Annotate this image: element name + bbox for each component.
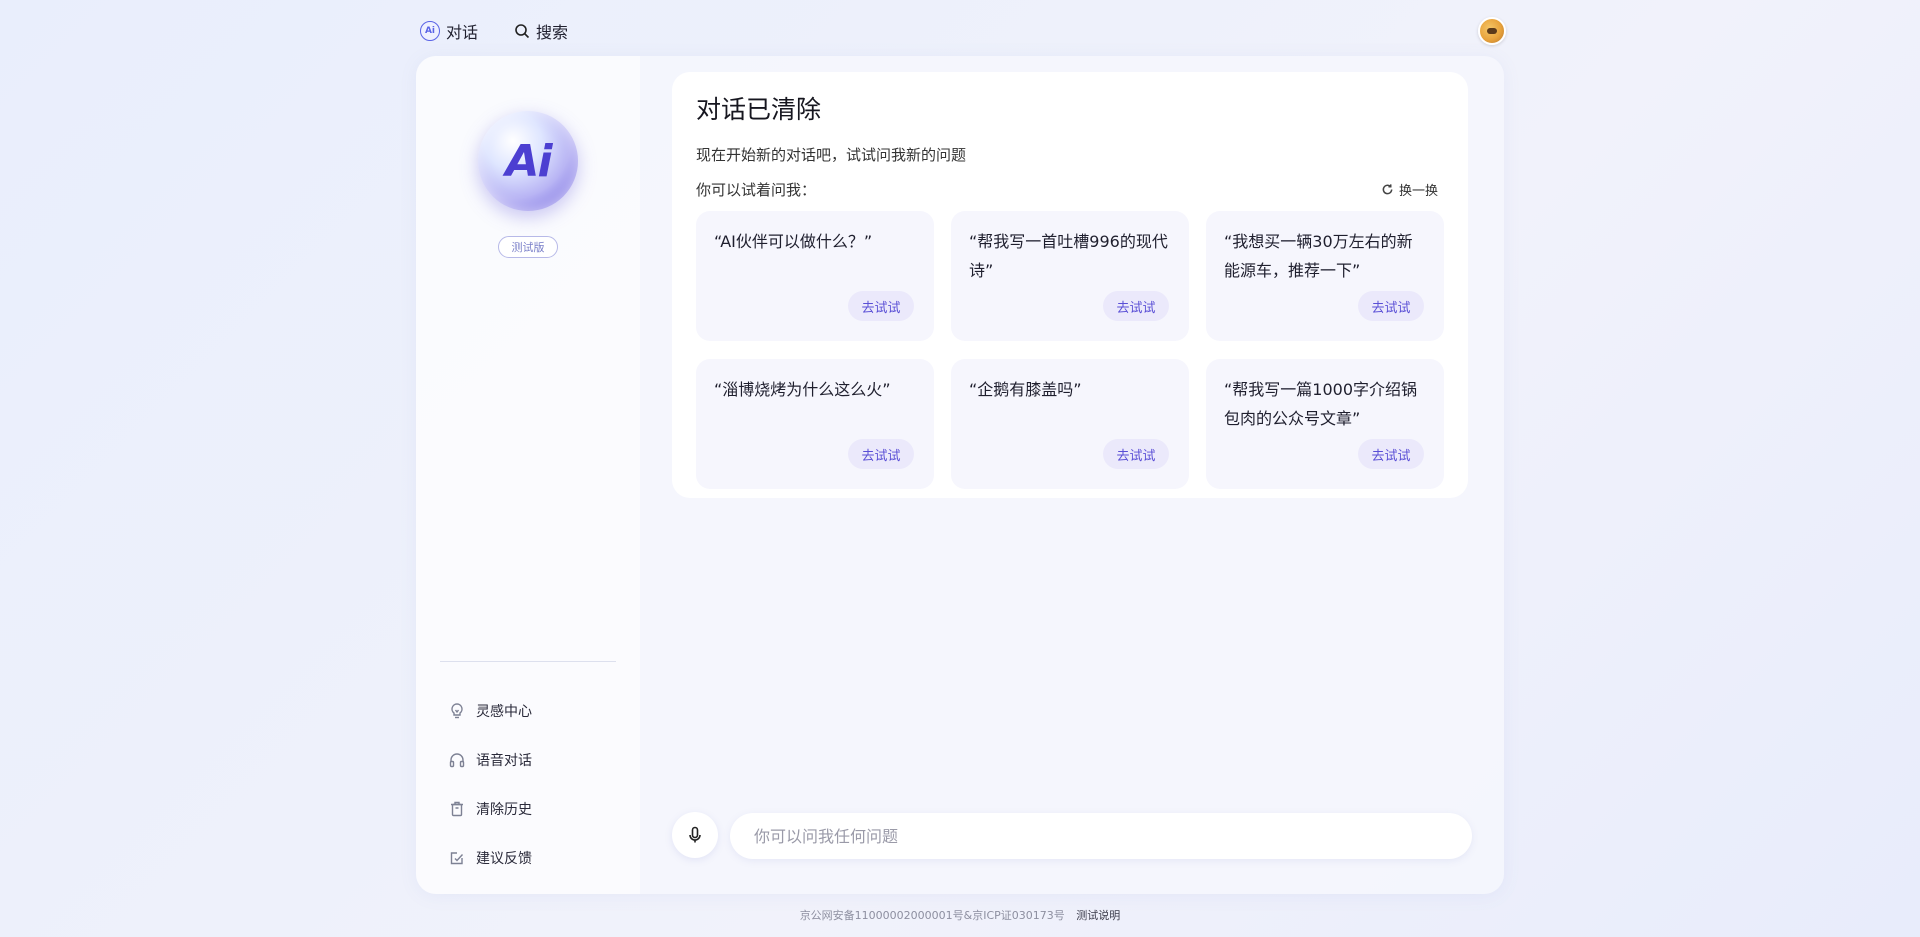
ai-logo: Ai bbox=[478, 111, 578, 211]
sidebar-item-label: 建议反馈 bbox=[476, 850, 532, 867]
feedback-icon bbox=[450, 851, 464, 864]
suggestion-card[interactable]: “企鹅有膝盖吗” 去试试 bbox=[951, 359, 1189, 489]
sidebar-item-clear-history[interactable]: 清除历史 bbox=[448, 784, 618, 833]
suggestion-card[interactable]: “我想买一辆30万左右的新能源车，推荐一下” 去试试 bbox=[1206, 211, 1444, 341]
brand-title: 对话 bbox=[446, 23, 479, 42]
refresh-icon bbox=[1382, 184, 1393, 195]
try-button[interactable]: 去试试 bbox=[1103, 291, 1169, 321]
search-label: 搜索 bbox=[536, 23, 569, 42]
sidebar-item-feedback[interactable]: 建议反馈 bbox=[448, 833, 618, 882]
suggestion-card[interactable]: “帮我写一篇1000字介绍锅包肉的公众号文章” 去试试 bbox=[1206, 359, 1444, 489]
brand[interactable]: Ai 对话 bbox=[420, 19, 478, 43]
search-button[interactable]: 搜索 bbox=[514, 19, 568, 43]
search-icon bbox=[515, 24, 530, 39]
welcome-subtitle: 现在开始新的对话吧，试试问我新的问题 bbox=[696, 146, 967, 164]
welcome-card: 对话已清除 现在开始新的对话吧，试试问我新的问题 你可以试着问我： 换一换 “A… bbox=[672, 72, 1468, 498]
suggestion-card[interactable]: “淄博烧烤为什么这么火” 去试试 bbox=[696, 359, 934, 489]
sidebar-item-label: 灵感中心 bbox=[476, 703, 532, 720]
main-container: Ai 测试版 灵感中心 语音对话 清除历史 建议反馈 对话已清除 现在开始新的对… bbox=[416, 56, 1504, 894]
try-button[interactable]: 去试试 bbox=[1358, 439, 1424, 469]
trash-icon bbox=[451, 801, 463, 816]
refresh-label: 换一换 bbox=[1398, 184, 1438, 199]
try-button[interactable]: 去试试 bbox=[1358, 291, 1424, 321]
microphone-icon bbox=[689, 826, 701, 843]
headphones-icon bbox=[449, 752, 465, 767]
sidebar-item-inspiration[interactable]: 灵感中心 bbox=[448, 686, 618, 735]
top-bar: Ai 对话 搜索 bbox=[420, 16, 1506, 46]
ai-logo-text: Ai bbox=[505, 135, 552, 187]
suggestion-label: 你可以试着问我： bbox=[696, 181, 817, 199]
sidebar-menu: 灵感中心 语音对话 清除历史 建议反馈 bbox=[448, 686, 618, 882]
beta-badge: 测试版 bbox=[498, 236, 558, 258]
user-avatar[interactable] bbox=[1478, 17, 1506, 45]
suggestion-cards: “AI伙伴可以做什么？” 去试试 “帮我写一首吐槽996的现代诗” 去试试 “我… bbox=[696, 211, 1444, 489]
suggestion-text: “帮我写一篇1000字介绍锅包肉的公众号文章” bbox=[1224, 380, 1418, 428]
suggestion-text: “企鹅有膝盖吗” bbox=[969, 380, 1082, 399]
chat-input[interactable] bbox=[730, 813, 1472, 859]
test-info-link[interactable]: 测试说明 bbox=[1076, 909, 1120, 922]
suggestion-card[interactable]: “帮我写一首吐槽996的现代诗” 去试试 bbox=[951, 211, 1189, 341]
try-button[interactable]: 去试试 bbox=[848, 439, 914, 469]
suggestion-card[interactable]: “AI伙伴可以做什么？” 去试试 bbox=[696, 211, 934, 341]
voice-input-button[interactable] bbox=[672, 812, 718, 858]
sidebar-item-label: 语音对话 bbox=[476, 752, 532, 769]
suggestion-header: 你可以试着问我： 换一换 bbox=[696, 179, 1444, 200]
suggestion-text: “帮我写一首吐槽996的现代诗” bbox=[969, 232, 1168, 280]
footer: 京公网安备11000002000001号&京ICP证030173号 测试说明 bbox=[0, 907, 1920, 923]
ai-brand-icon: Ai bbox=[420, 21, 440, 41]
try-button[interactable]: 去试试 bbox=[1103, 439, 1169, 469]
sidebar-item-label: 清除历史 bbox=[476, 801, 532, 818]
refresh-button[interactable]: 换一换 bbox=[1381, 180, 1438, 199]
sidebar-item-voice-chat[interactable]: 语音对话 bbox=[448, 735, 618, 784]
sidebar: Ai 测试版 灵感中心 语音对话 清除历史 建议反馈 bbox=[416, 56, 640, 894]
lightbulb-icon bbox=[451, 702, 463, 718]
try-button[interactable]: 去试试 bbox=[848, 291, 914, 321]
suggestion-text: “我想买一辆30万左右的新能源车，推荐一下” bbox=[1224, 232, 1413, 280]
suggestion-text: “AI伙伴可以做什么？” bbox=[714, 232, 873, 251]
page-title: 对话已清除 bbox=[696, 95, 822, 124]
suggestion-text: “淄博烧烤为什么这么火” bbox=[714, 380, 891, 399]
icp-text: 京公网安备11000002000001号&京ICP证030173号 bbox=[799, 909, 1065, 922]
sidebar-divider bbox=[440, 661, 616, 662]
